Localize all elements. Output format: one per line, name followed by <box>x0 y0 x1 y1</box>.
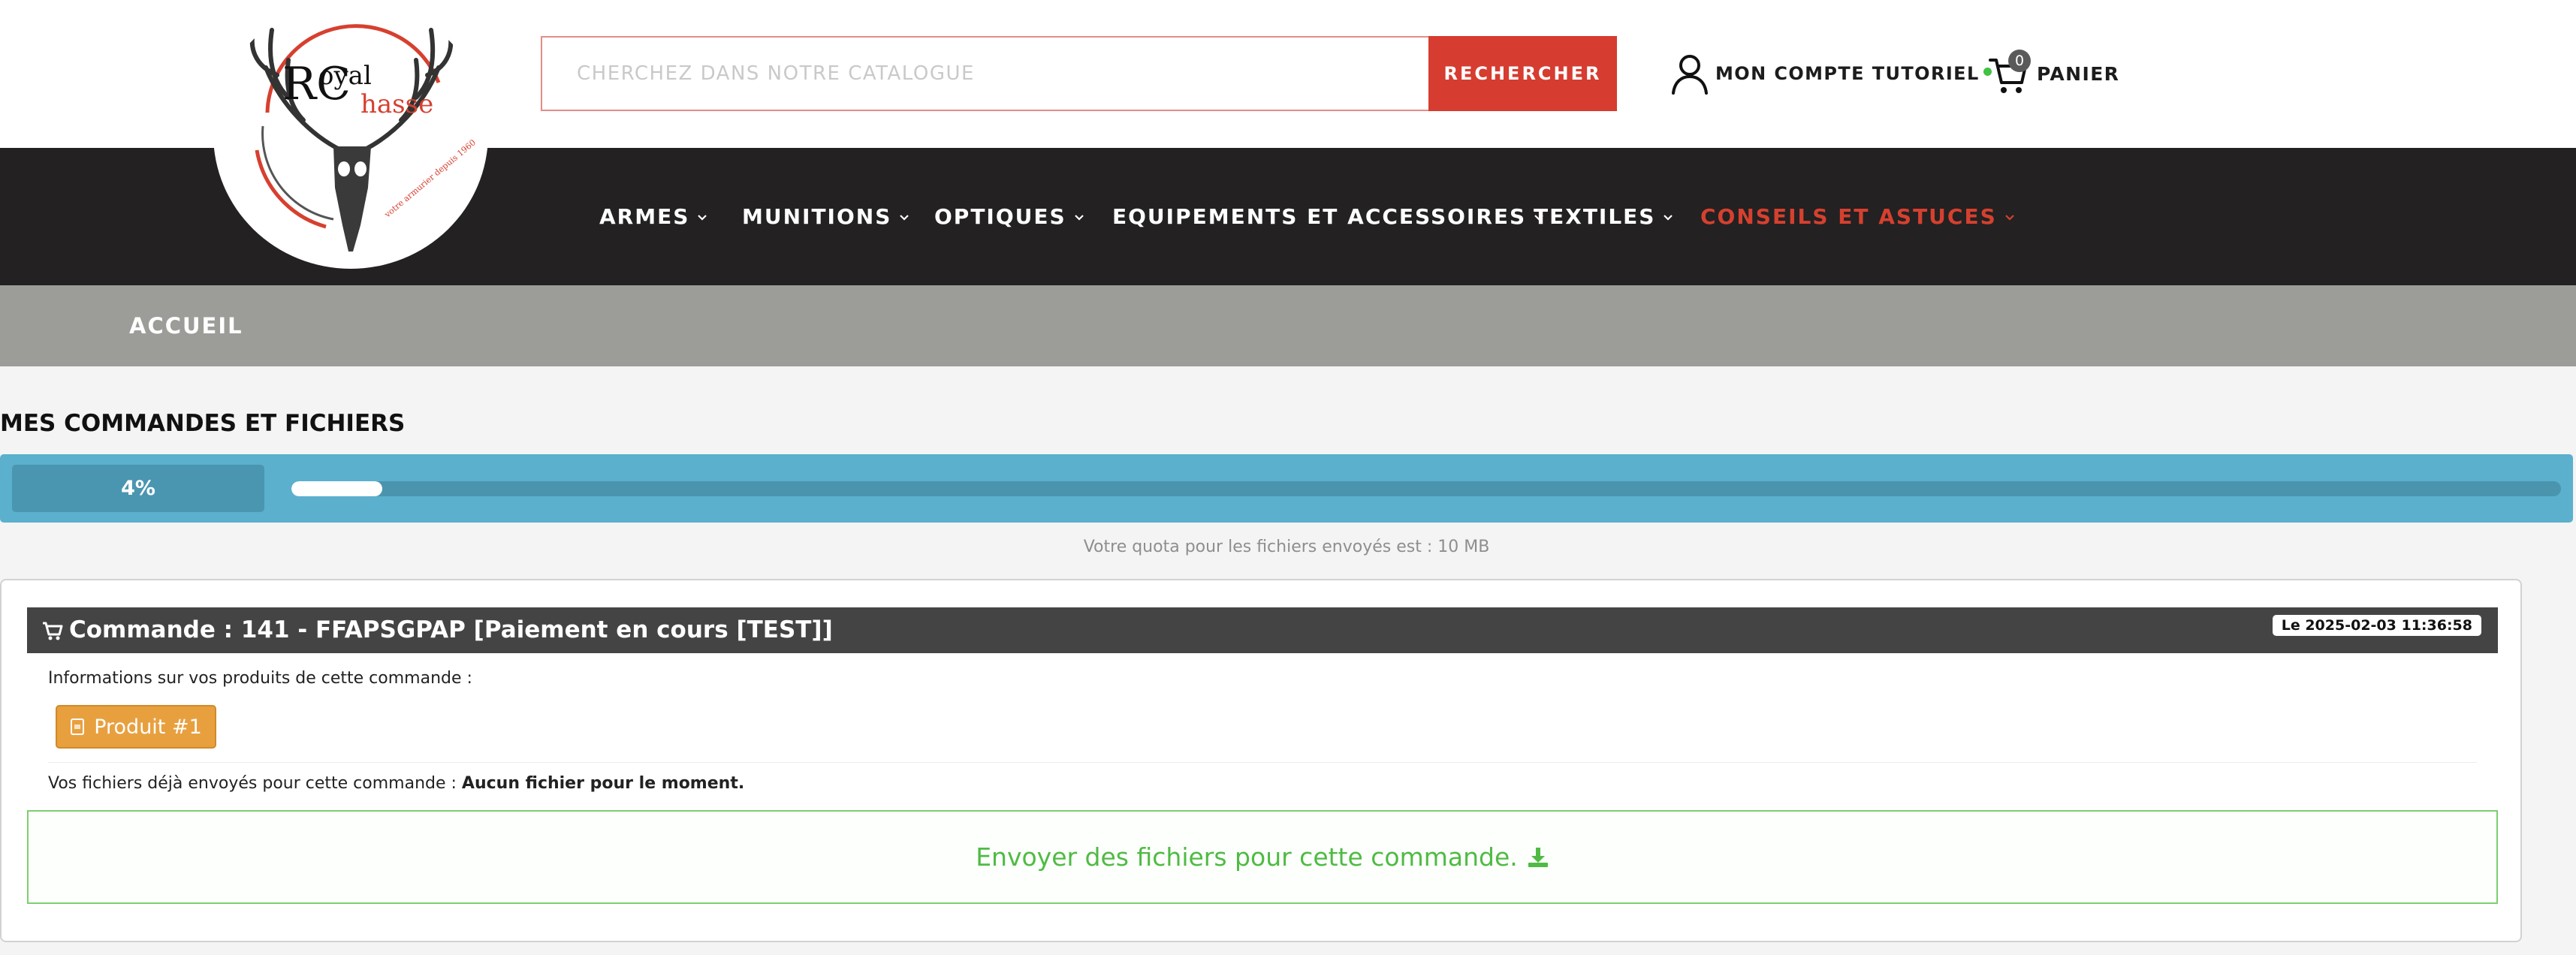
chevron-down-icon <box>1664 214 1673 221</box>
account-link[interactable]: MON COMPTE TUTORIEL <box>1670 53 1992 95</box>
chevron-down-icon <box>900 214 909 221</box>
quota-progress-track <box>291 481 2561 496</box>
logo-tagline: votre armurier depuis 1960 <box>382 137 478 220</box>
upload-files-button[interactable]: Envoyer des fichiers pour cette commande… <box>27 810 2498 904</box>
search-input[interactable] <box>541 36 1428 111</box>
account-label-wrap: MON COMPTE TUTORIEL <box>1709 63 1992 84</box>
nav-item-label: OPTIQUES <box>934 204 1066 229</box>
order-header: Commande : 141 - FFAPSGPAP [Paiement en … <box>27 607 2498 653</box>
site-logo[interactable]: RC oyal hasse votre armurier depuis 1960 <box>213 0 488 269</box>
logo-word-1: oyal <box>318 61 372 91</box>
order-card: Commande : 141 - FFAPSGPAP [Paiement en … <box>0 579 2522 942</box>
upload-label: Envoyer des fichiers pour cette commande… <box>976 842 1518 872</box>
cart-icon-wrap: 0 <box>1989 50 2031 95</box>
search-button[interactable]: RECHERCHER <box>1428 36 1617 111</box>
cart-small-icon <box>43 622 63 640</box>
nav-item-label: EQUIPEMENTS ET ACCESSOIRES <box>1112 204 1527 229</box>
breadcrumb-home[interactable]: ACCUEIL <box>129 285 243 366</box>
order-date-badge: Le 2025-02-03 11:36:58 <box>2272 615 2481 636</box>
breadcrumb: ACCUEIL <box>0 285 2576 366</box>
nav-item-label: CONSEILS ET ASTUCES <box>1700 204 1997 229</box>
nav-item-munitions[interactable]: MUNITIONS <box>742 148 909 285</box>
nav-item-armes[interactable]: ARMES <box>599 148 707 285</box>
nav-item-label: ARMES <box>599 204 690 229</box>
download-icon <box>1528 847 1548 867</box>
nav-item-optiques[interactable]: OPTIQUES <box>934 148 1084 285</box>
sent-files-status: Aucun fichier pour le moment. <box>461 774 745 793</box>
cart-label: PANIER <box>2037 62 2120 85</box>
page: RECHERCHER MON COMPTE TUTORIEL 0 PAN <box>0 0 2576 955</box>
cart-count-badge: 0 <box>2008 50 2031 72</box>
order-title: Commande : 141 - FFAPSGPAP [Paiement en … <box>69 616 833 643</box>
sent-files-prefix: Vos fichiers déjà envoyés pour cette com… <box>48 774 457 793</box>
quota-note: Votre quota pour les fichiers envoyés es… <box>1083 538 1490 556</box>
chevron-down-icon <box>698 214 707 221</box>
user-outline-icon <box>1672 55 1708 95</box>
quota-progress-fill <box>291 481 382 496</box>
quota-percent-badge: 4% <box>12 465 264 512</box>
chevron-down-icon <box>2004 214 2014 221</box>
quota-progress-panel: 4% <box>0 454 2573 523</box>
chevron-down-icon <box>1074 214 1084 221</box>
nav-item-conseils[interactable]: CONSEILS ET ASTUCES <box>1700 148 2015 285</box>
nav-item-label: TEXTILES <box>1534 204 1656 229</box>
logo-word-2: hasse <box>360 89 433 119</box>
page-title: MES COMMANDES ET FICHIERS <box>0 410 406 437</box>
nav-item-textiles[interactable]: TEXTILES <box>1534 148 1673 285</box>
divider <box>48 762 2477 763</box>
product-button-label: Produit #1 <box>94 715 202 739</box>
nav-item-equipements[interactable]: EQUIPEMENTS ET ACCESSOIRES <box>1112 148 1544 285</box>
sent-files-text: Vos fichiers déjà envoyés pour cette com… <box>48 774 744 793</box>
royal-chasse-logo: RC oyal hasse votre armurier depuis 1960 <box>249 24 478 252</box>
search-bar: RECHERCHER <box>541 36 1617 111</box>
nav-item-label: MUNITIONS <box>742 204 892 229</box>
product-1-button[interactable]: Produit #1 <box>56 705 216 749</box>
products-info-text: Informations sur vos produits de cette c… <box>48 669 472 688</box>
account-label: MON COMPTE TUTORIEL <box>1715 63 1980 84</box>
cart-link[interactable]: 0 PANIER <box>1989 50 2120 95</box>
document-icon <box>71 719 85 735</box>
